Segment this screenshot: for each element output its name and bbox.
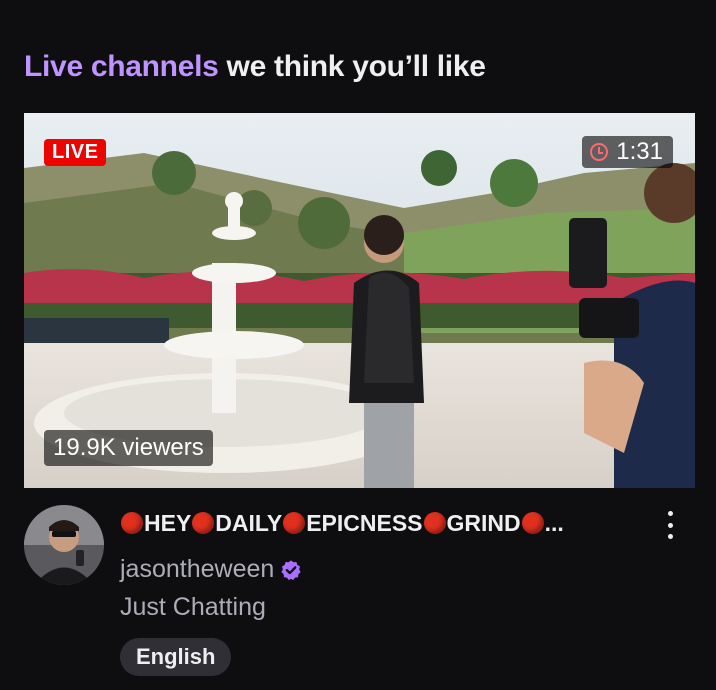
channel-avatar[interactable] bbox=[24, 505, 104, 585]
title-ellipsis: ... bbox=[544, 510, 564, 536]
title-segment: HEY bbox=[144, 510, 192, 536]
uptime-value: 1:31 bbox=[616, 138, 663, 165]
category-link[interactable]: Just Chatting bbox=[120, 593, 266, 622]
live-badge: LIVE bbox=[44, 139, 107, 166]
more-options-icon[interactable] bbox=[660, 511, 680, 539]
red-circle-emoji-icon bbox=[283, 512, 306, 534]
section-heading-accent[interactable]: Live channels bbox=[24, 50, 219, 83]
title-segment: EPICNESS bbox=[306, 510, 423, 536]
channel-name-link[interactable]: jasontheween bbox=[120, 555, 302, 584]
clock-icon bbox=[590, 143, 609, 161]
red-circle-emoji-icon bbox=[121, 512, 143, 534]
title-segment: GRIND bbox=[446, 510, 521, 536]
viewer-count: 19.9K viewers bbox=[44, 430, 213, 466]
red-circle-emoji-icon bbox=[521, 512, 544, 534]
red-circle-emoji-icon bbox=[192, 512, 215, 534]
verified-badge-icon bbox=[281, 559, 301, 580]
language-tag[interactable]: English bbox=[120, 638, 232, 676]
red-circle-emoji-icon bbox=[423, 512, 446, 534]
uptime-counter: 1:31 bbox=[582, 136, 673, 168]
channel-name: jasontheween bbox=[120, 555, 275, 583]
stream-title[interactable]: HEY DAILY EPICNESS GRIND... bbox=[120, 510, 650, 537]
section-heading: Live channels we think you’ll like bbox=[24, 50, 486, 84]
title-segment: DAILY bbox=[215, 510, 283, 536]
avatar-image bbox=[24, 505, 104, 585]
stream-thumbnail[interactable]: LIVE 1:31 19.9K viewers bbox=[24, 113, 695, 488]
section-heading-rest: we think you’ll like bbox=[218, 50, 486, 83]
